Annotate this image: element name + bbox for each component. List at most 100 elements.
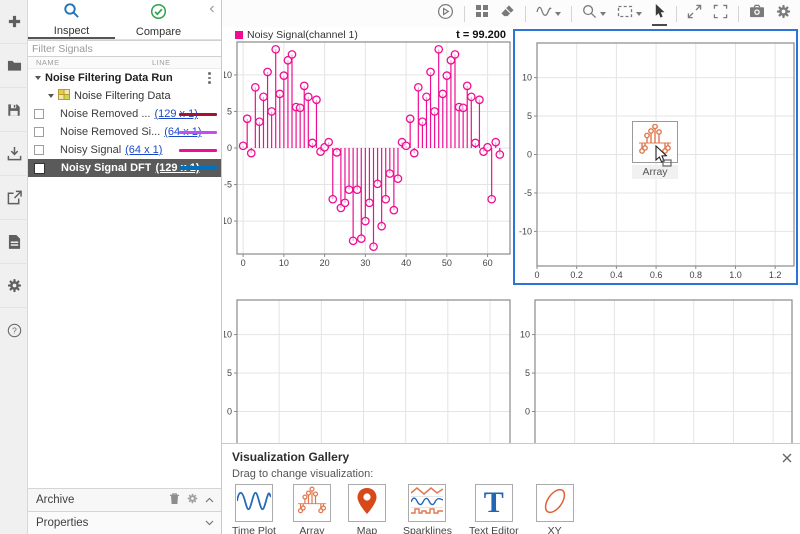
plot-settings-button[interactable] <box>775 4 792 24</box>
gallery-tile-time-plot[interactable]: Time Plot <box>232 484 276 534</box>
tree-row-signal[interactable]: Noisy Signal (64 x 1) <box>28 141 221 159</box>
replay-button[interactable] <box>436 3 455 25</box>
add-button[interactable] <box>0 0 28 44</box>
signal-dims-link[interactable]: (64 x 1) <box>125 144 162 156</box>
gallery-tile-label: Array <box>299 525 325 534</box>
svg-text:0.2: 0.2 <box>570 270 583 280</box>
signal-name: Noisy Signal <box>60 144 122 156</box>
snapshot-button[interactable] <box>748 4 766 24</box>
search-icon <box>63 2 80 24</box>
gallery-tile-sparklines[interactable]: Sparklines <box>403 484 452 534</box>
array-icon <box>297 486 327 521</box>
tree-row-group[interactable]: Noise Filtering Data <box>28 87 221 105</box>
cursor-icon <box>654 144 674 172</box>
signal-checkbox[interactable] <box>34 162 45 174</box>
time-annotation: t = 99.200 <box>456 29 506 41</box>
caret-down-icon[interactable] <box>35 76 41 80</box>
caret-down-icon <box>636 11 642 16</box>
plot-toolbar <box>222 0 800 27</box>
svg-text:?: ? <box>12 325 17 335</box>
tab-compare[interactable]: Compare <box>115 0 202 39</box>
help-button[interactable]: ? <box>0 308 28 352</box>
subplot-selected[interactable]: 0 0.2 0.4 0.6 0.8 1.0 1.2 -10 -5 0 5 10 Array <box>513 29 798 285</box>
archive-label: Archive <box>36 494 75 506</box>
group-label: Noise Filtering Data <box>74 90 171 102</box>
caret-down-icon[interactable] <box>48 94 54 98</box>
tree-row-run[interactable]: Noise Filtering Data Run <box>28 69 221 87</box>
fit-to-view-button[interactable] <box>616 4 643 24</box>
signal-tree: Noise Filtering Data Run Noise Filtering… <box>28 69 221 177</box>
properties-section-header[interactable]: Properties <box>28 511 221 534</box>
caret-down-icon <box>600 11 606 16</box>
gallery-tile-array[interactable]: Array <box>292 484 331 534</box>
zoom-icon <box>582 4 597 24</box>
chevron-down-icon[interactable] <box>205 517 214 529</box>
drag-ghost: Array <box>632 121 692 179</box>
chevron-up-icon[interactable] <box>205 494 214 506</box>
subplot-noisy-signal[interactable]: Noisy Signal(channel 1) t = 99.200 0 10 20… <box>224 28 512 286</box>
signal-line-swatch <box>179 130 217 134</box>
gallery-tile-text-editor[interactable]: T Text Editor <box>469 484 519 534</box>
svg-text:60: 60 <box>483 258 493 268</box>
panel-tabs: Inspect Compare <box>28 0 221 40</box>
gear-icon[interactable] <box>187 493 198 507</box>
signal-checkbox[interactable] <box>34 127 44 137</box>
open-button[interactable] <box>0 44 28 88</box>
tree-row-signal[interactable]: Noise Removed Si... (64 x 1) <box>28 123 221 141</box>
left-toolstrip: ? <box>0 0 28 534</box>
svg-text:0.4: 0.4 <box>610 270 623 280</box>
import-button[interactable] <box>0 132 28 176</box>
legend-swatch <box>235 31 243 39</box>
tree-column-headers: NAME LINE <box>28 57 221 69</box>
collapse-panel-button[interactable] <box>205 2 219 16</box>
tab-inspect[interactable]: Inspect <box>28 0 115 39</box>
preferences-button[interactable] <box>0 264 28 308</box>
svg-text:-10: -10 <box>519 226 532 236</box>
clear-plots-button[interactable] <box>499 4 516 24</box>
svg-text:50: 50 <box>442 258 452 268</box>
expand-axes-button[interactable] <box>686 4 703 24</box>
pointer-icon <box>653 3 666 24</box>
fullscreen-button[interactable] <box>712 4 729 24</box>
tree-row-signal-selected[interactable]: Noisy Signal DFT (129 x 1) <box>28 159 221 177</box>
trash-icon[interactable] <box>169 492 180 508</box>
column-name: NAME <box>36 58 60 67</box>
svg-text:10: 10 <box>224 70 232 80</box>
gallery-tile-label: Text Editor <box>469 525 519 534</box>
export-button[interactable] <box>0 176 28 220</box>
svg-text:0: 0 <box>227 143 232 153</box>
check-circle-icon <box>150 3 167 25</box>
close-icon[interactable] <box>782 450 792 468</box>
add-icon <box>7 14 22 29</box>
simulation-data-inspector: ? Inspect Compare NAME LINE Noi <box>0 0 800 534</box>
svg-text:10: 10 <box>522 73 532 83</box>
gallery-tile-map[interactable]: Map <box>347 484 386 534</box>
save-button[interactable] <box>0 88 28 132</box>
layout-button[interactable] <box>474 4 490 24</box>
stem-plot-canvas: 0 10 20 30 40 50 60 -10 -5 0 5 10 <box>224 41 511 268</box>
create-report-icon <box>8 234 21 249</box>
save-icon <box>7 103 21 117</box>
svg-text:0.8: 0.8 <box>690 270 703 280</box>
gallery-tile-xy[interactable]: XY <box>535 484 574 534</box>
signal-line-swatch <box>179 112 217 116</box>
signal-checkbox[interactable] <box>34 145 44 155</box>
signal-wave-icon <box>536 4 552 23</box>
archive-section-header[interactable]: Archive <box>28 488 221 511</box>
pointer-button[interactable] <box>652 3 667 26</box>
caret-down-icon <box>555 11 561 16</box>
tab-compare-label: Compare <box>135 26 182 38</box>
open-folder-icon <box>7 59 22 72</box>
replay-icon <box>437 3 454 25</box>
create-report-button[interactable] <box>0 220 28 264</box>
signal-checkbox[interactable] <box>34 109 44 119</box>
svg-text:0: 0 <box>525 407 530 417</box>
filter-signals-input[interactable] <box>28 40 221 57</box>
signal-name: Noisy Signal DFT <box>61 162 152 174</box>
zoom-button[interactable] <box>581 4 607 24</box>
gallery-tile-label: Map <box>356 525 378 534</box>
tree-row-signal[interactable]: Noise Removed ... (129 x 1) <box>28 105 221 123</box>
signal-options-button[interactable] <box>535 4 562 24</box>
kebab-menu-icon[interactable] <box>208 72 211 86</box>
svg-text:1.0: 1.0 <box>729 270 742 280</box>
